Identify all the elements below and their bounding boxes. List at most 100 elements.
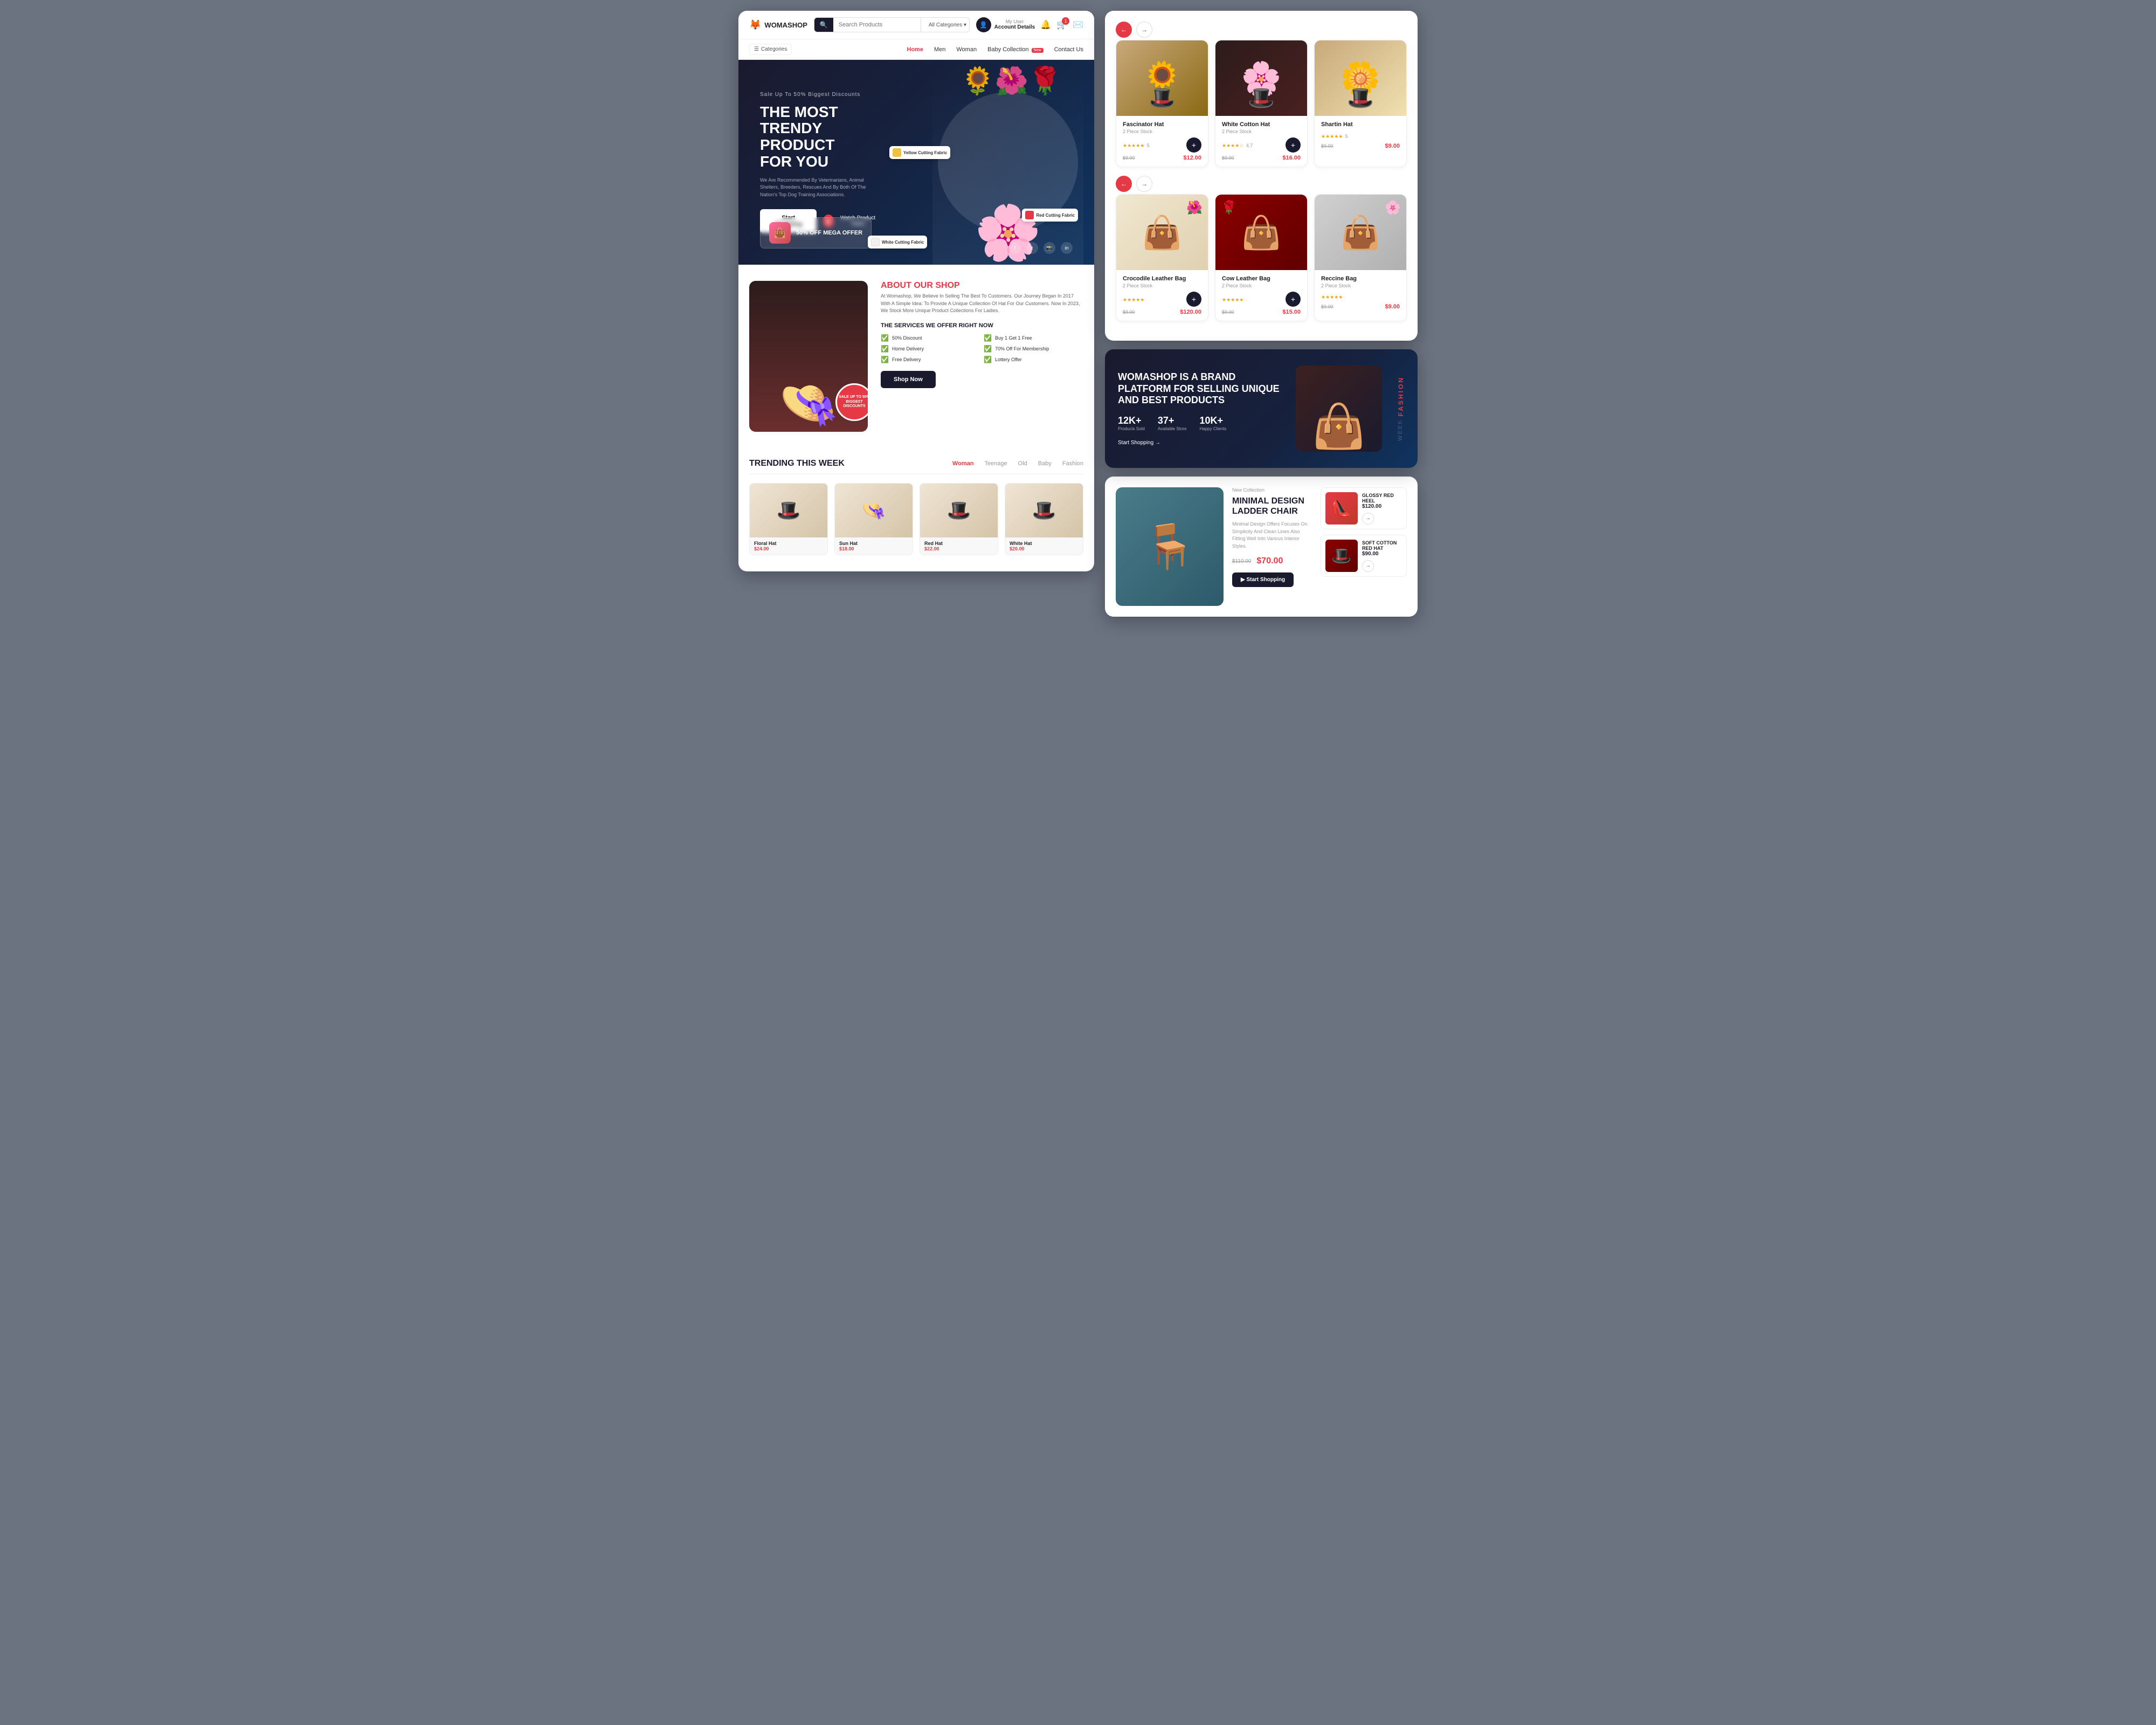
stat-stores: 37+ Available Store (1158, 415, 1187, 431)
trending-product-4: 🎩 White Hat $20.00 (1005, 483, 1083, 555)
product-info-3: Red Hat $22.00 (920, 537, 998, 555)
hat-row-1: ★★★★★ 5 + (1123, 137, 1201, 153)
hat-info-1: Fascinator Hat 2 Piece Stock ★★★★★ 5 + $… (1116, 116, 1208, 167)
product-name-4: White Hat (1010, 541, 1079, 546)
add-hat-1-button[interactable]: + (1186, 137, 1201, 153)
shop-price-row: $110.00 $70.00 (1232, 556, 1312, 566)
hat-name-2: White Cotton Hat (1222, 121, 1301, 128)
nav-woman[interactable]: Woman (956, 46, 977, 53)
nav-men[interactable]: Men (934, 46, 945, 53)
hero-offer-badge: 👜 50% OFF MEGA OFFER (760, 217, 872, 249)
about-desc: At Womashop, We Believe In Selling The B… (881, 293, 1083, 315)
tab-woman[interactable]: Woman (952, 460, 974, 467)
shop-main-content: New Collection MINIMAL DESIGN LADDER CHA… (1232, 487, 1312, 606)
services-grid: ✅ 50% Discount ✅ Buy 1 Get 1 Free ✅ Home… (881, 334, 1083, 363)
notification-button[interactable]: 🔔 (1040, 19, 1051, 30)
cart-badge: 1 (1062, 17, 1069, 25)
brand-content: WOMASHOP IS A BRAND PLATFORM FOR SELLING… (1118, 371, 1285, 446)
trending-product-2: 👒 Sun Hat $18.00 (834, 483, 913, 555)
hero-desc: We Are Recommended By Veterinarians, Ani… (760, 177, 879, 199)
hat-card-1: 🌻 🎩 Fascinator Hat 2 Piece Stock ★★★★★ 5… (1116, 40, 1208, 167)
bag-price-row-3: $9.00 $9.00 (1321, 303, 1400, 310)
bag-card-3: 👜 🌸 Reccine Bag 2 Piece Stock ★★★★★ $9.0… (1314, 194, 1407, 321)
nav-baby[interactable]: Baby Collection New (987, 46, 1044, 53)
add-hat-2-button[interactable]: + (1286, 137, 1301, 153)
message-button[interactable]: ✉️ (1073, 19, 1083, 30)
hat-sub-1: 2 Piece Stock (1123, 129, 1201, 134)
new-collection-badge: New Collection (1232, 487, 1312, 493)
brand-section: WOMASHOP IS A BRAND PLATFORM FOR SELLING… (1105, 349, 1418, 468)
prev-hat-button[interactable]: ← (1116, 22, 1132, 38)
tab-old[interactable]: Old (1018, 460, 1027, 467)
thumb-red: Red Cutting Fabric (1022, 209, 1078, 222)
hero-section: Sale Up To 50% Biggest Discounts THE MOS… (738, 60, 1094, 265)
shop-section: 🪑 New Collection MINIMAL DESIGN LADDER C… (1105, 477, 1418, 617)
brand-title: WOMASHOP IS A BRAND PLATFORM FOR SELLING… (1118, 371, 1285, 406)
header: 🦊 WOMASHOP 🔍 All Categories ▾ 👤 My User … (738, 11, 1094, 39)
hat-image-2: 🌸 🎩 (1215, 40, 1307, 116)
category-select[interactable]: All Categories ▾ (921, 18, 970, 32)
sidebar-product-info-2: SOFT COTTON RED HAT $90.00 → (1362, 540, 1402, 572)
bag-info-1: Crocodile Leather Bag 2 Piece Stock ★★★★… (1116, 270, 1208, 321)
add-bag-1-button[interactable]: + (1186, 292, 1201, 307)
bag-price-row-2: $9.00 $15.00 (1222, 309, 1301, 315)
nav-home[interactable]: Home (907, 46, 923, 53)
brand-image: 👜 (1296, 365, 1382, 452)
bag-name-1: Crocodile Leather Bag (1123, 275, 1201, 282)
bag-row-1: ★★★★★ + (1123, 292, 1201, 307)
hat-stars-1: ★★★★★ 5 (1123, 140, 1150, 150)
hat-nav-arrows: ← → (1116, 22, 1407, 38)
facebook-icon[interactable]: f (1009, 242, 1021, 254)
hats-section: ← → 🌻 🎩 Fascinator Hat 2 Piece Stock ★★★… (1105, 11, 1418, 341)
thumb-white: White Cutting Fabric (868, 236, 927, 249)
social-links: f t 📸 in (1009, 242, 1073, 254)
search-input[interactable] (833, 18, 921, 31)
product-name-2: Sun Hat (839, 541, 908, 546)
shop-now-button[interactable]: Shop Now (881, 371, 936, 388)
service-free-delivery: ✅ Free Delivery (881, 356, 980, 363)
tab-fashion[interactable]: Fashion (1062, 460, 1083, 467)
tab-baby[interactable]: Baby (1038, 460, 1052, 467)
twitter-icon[interactable]: t (1026, 242, 1038, 254)
about-image: 👒 SALE UP TO 50% BIGGEST DISCOUNTS (749, 281, 868, 432)
next-hat-button[interactable]: → (1136, 22, 1152, 38)
hats-grid: 🌻 🎩 Fascinator Hat 2 Piece Stock ★★★★★ 5… (1116, 40, 1407, 167)
thumb-color-white (871, 238, 880, 246)
sidebar-product-name-2: SOFT COTTON RED HAT (1362, 540, 1402, 551)
bag-price-row-1: $9.00 $120.00 (1123, 309, 1201, 315)
tab-teenage[interactable]: Teenage (984, 460, 1007, 467)
sidebar-product-btn-1[interactable]: → (1362, 513, 1374, 525)
bag-image-1: 👜 🌺 (1116, 195, 1208, 270)
check-icon-3: ✅ (881, 345, 889, 353)
categories-menu[interactable]: ☰ Categories (749, 44, 792, 55)
brand-cta[interactable]: Start Shopping → (1118, 440, 1285, 446)
instagram-icon[interactable]: 📸 (1044, 242, 1055, 254)
add-bag-2-button[interactable]: + (1286, 292, 1301, 307)
next-bag-button[interactable]: → (1136, 176, 1152, 192)
trending-header: TRENDING THIS WEEK Woman Teenage Old Bab… (749, 459, 1083, 474)
sidebar-product-price-2: $90.00 (1362, 551, 1402, 557)
nav-contact[interactable]: Contact Us (1054, 46, 1083, 53)
product-price-3: $22.00 (924, 546, 993, 551)
sidebar-product-btn-2[interactable]: → (1362, 560, 1374, 572)
bag-row-2: ★★★★★ + (1222, 292, 1301, 307)
hero-model: 🌸 (932, 71, 1083, 265)
hat-name-3: Shartin Hat (1321, 121, 1400, 128)
account-button[interactable]: 👤 My User Account Details (976, 17, 1035, 32)
sidebar-product-info-1: GLOSSY RED HEEL $120.00 → (1362, 493, 1402, 525)
bag-row-3: ★★★★★ (1321, 292, 1400, 301)
prev-bag-button[interactable]: ← (1116, 176, 1132, 192)
bag-sub-1: 2 Piece Stock (1123, 283, 1201, 288)
hat-card-2: 🌸 🎩 White Cotton Hat 2 Piece Stock ★★★★☆… (1215, 40, 1308, 167)
left-panel: 🦊 WOMASHOP 🔍 All Categories ▾ 👤 My User … (738, 11, 1094, 571)
hero-image: 🌸 (932, 71, 1083, 265)
shop-main-button[interactable]: ▶ Start Shopping (1232, 572, 1294, 587)
linkedin-icon[interactable]: in (1061, 242, 1073, 254)
search-button[interactable]: 🔍 (814, 18, 833, 32)
product-name-1: Floral Hat (754, 541, 823, 546)
bags-grid: 👜 🌺 Crocodile Leather Bag 2 Piece Stock … (1116, 194, 1407, 321)
check-icon: ✅ (881, 334, 889, 342)
cart-button[interactable]: 🛒 1 (1056, 19, 1067, 30)
shop-main-image: 🪑 (1116, 487, 1224, 606)
bag-stars-1: ★★★★★ (1123, 294, 1144, 304)
